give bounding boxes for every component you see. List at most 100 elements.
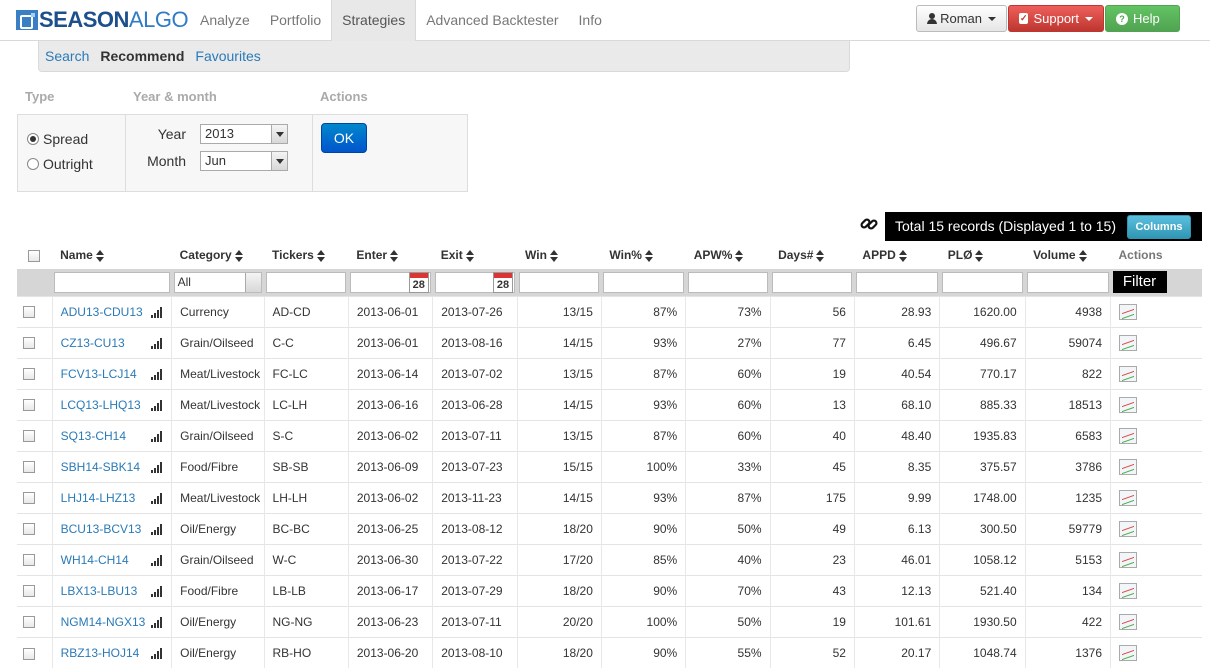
cell-name[interactable]: LHJ14-LHZ13: [51, 481, 172, 513]
sort-icon[interactable]: [816, 249, 825, 262]
calendar-icon[interactable]: 28: [493, 271, 514, 293]
nav-strategies[interactable]: Strategies: [331, 0, 417, 41]
row-checkbox[interactable]: [23, 523, 35, 536]
sort-icon[interactable]: [898, 249, 907, 262]
strategy-link[interactable]: LCQ13-LHQ13: [61, 398, 141, 412]
col-header-days[interactable]: Days#: [770, 241, 855, 269]
link-icon[interactable]: [859, 214, 879, 234]
col-header-category[interactable]: Category: [171, 241, 265, 269]
nav-analyze[interactable]: Analyze: [190, 0, 260, 41]
support-menu-button[interactable]: ✓ Support: [1008, 5, 1104, 32]
sort-icon[interactable]: [234, 249, 243, 262]
chart-icon[interactable]: [1119, 613, 1137, 630]
help-button[interactable]: ? Help: [1105, 5, 1180, 32]
subnav-recommend[interactable]: Recommend: [100, 48, 184, 64]
chart-icon[interactable]: [1119, 489, 1137, 506]
type-spread-option[interactable]: Spread: [27, 131, 88, 147]
chart-icon[interactable]: [1119, 365, 1137, 382]
year-select[interactable]: 2013: [200, 124, 288, 144]
sort-icon[interactable]: [95, 249, 104, 262]
row-checkbox[interactable]: [23, 430, 35, 443]
nav-info[interactable]: Info: [569, 0, 612, 41]
month-select[interactable]: Jun: [200, 151, 288, 171]
col-header-volume[interactable]: Volume: [1025, 241, 1111, 269]
select-all-checkbox[interactable]: [28, 249, 40, 262]
filter-category-select[interactable]: All: [173, 271, 263, 293]
strategy-link[interactable]: NGM14-NGX13: [61, 615, 146, 629]
sort-icon[interactable]: [549, 249, 558, 262]
signal-bars-icon[interactable]: [151, 554, 163, 566]
cell-name[interactable]: ADU13-CDU13: [51, 295, 172, 327]
sort-icon[interactable]: [465, 249, 474, 262]
strategy-link[interactable]: LHJ14-LHZ13: [61, 491, 136, 505]
filter-win-input[interactable]: [519, 271, 600, 293]
columns-button[interactable]: Columns: [1127, 215, 1191, 239]
strategy-link[interactable]: FCV13-LCJ14: [61, 367, 137, 381]
sort-icon[interactable]: [1078, 249, 1087, 262]
type-outright-option[interactable]: Outright: [27, 156, 93, 172]
sort-icon[interactable]: [390, 249, 399, 262]
chart-icon[interactable]: [1119, 396, 1137, 413]
strategy-link[interactable]: SQ13-CH14: [61, 429, 126, 443]
chart-icon[interactable]: [1119, 458, 1137, 475]
col-header-plo[interactable]: PLØ: [939, 241, 1026, 269]
signal-bars-icon[interactable]: [151, 616, 163, 628]
cell-name[interactable]: LCQ13-LHQ13: [51, 388, 172, 420]
chart-icon[interactable]: [1119, 551, 1137, 568]
signal-bars-icon[interactable]: [151, 585, 163, 597]
signal-bars-icon[interactable]: [151, 647, 163, 659]
strategy-link[interactable]: LBX13-LBU13: [61, 584, 138, 598]
row-checkbox[interactable]: [23, 461, 35, 474]
signal-bars-icon[interactable]: [151, 430, 163, 442]
signal-bars-icon[interactable]: [151, 523, 163, 535]
cell-name[interactable]: BCU13-BCV13: [51, 512, 172, 544]
filter-apw-pct-input[interactable]: [687, 271, 769, 293]
filter-exit-input[interactable]: 28: [434, 271, 516, 293]
filter-plo-input[interactable]: [941, 271, 1024, 293]
row-checkbox[interactable]: [23, 306, 35, 319]
user-menu-button[interactable]: Roman: [916, 5, 1007, 32]
col-header-exit[interactable]: Exit: [432, 241, 518, 269]
cell-name[interactable]: RBZ13-HOJ14: [51, 636, 172, 668]
col-header-win-pct[interactable]: Win%: [601, 241, 686, 269]
signal-bars-icon[interactable]: [151, 399, 163, 411]
filter-volume-input[interactable]: [1027, 271, 1109, 293]
cell-name[interactable]: CZ13-CU13: [51, 326, 172, 358]
subnav-favourites[interactable]: Favourites: [195, 48, 260, 64]
calendar-icon[interactable]: 28: [408, 271, 429, 293]
col-header-appd[interactable]: APPD: [854, 241, 940, 269]
signal-bars-icon[interactable]: [151, 492, 163, 504]
strategy-link[interactable]: BCU13-BCV13: [61, 522, 142, 536]
nav-portfolio[interactable]: Portfolio: [260, 0, 331, 41]
sort-icon[interactable]: [316, 249, 325, 262]
filter-win-pct-input[interactable]: [603, 271, 684, 293]
signal-bars-icon[interactable]: [151, 306, 163, 318]
strategy-link[interactable]: RBZ13-HOJ14: [61, 646, 140, 660]
ok-button[interactable]: OK: [321, 123, 367, 153]
signal-bars-icon[interactable]: [151, 461, 163, 473]
signal-bars-icon[interactable]: [151, 337, 163, 349]
row-checkbox[interactable]: [23, 647, 35, 660]
chart-icon[interactable]: [1119, 427, 1137, 444]
filter-days-input[interactable]: [772, 271, 853, 293]
dropdown-arrow-icon[interactable]: [271, 152, 287, 170]
filter-button[interactable]: Filter: [1112, 271, 1167, 294]
subnav-search[interactable]: Search: [45, 48, 89, 64]
strategy-link[interactable]: SBH14-SBK14: [61, 460, 140, 474]
cell-name[interactable]: LBX13-LBU13: [51, 574, 172, 606]
sort-icon[interactable]: [975, 249, 984, 262]
col-header-tickers[interactable]: Tickers: [264, 241, 349, 269]
row-checkbox[interactable]: [23, 554, 35, 567]
dropdown-arrow-icon[interactable]: [245, 272, 262, 292]
row-checkbox[interactable]: [23, 337, 35, 350]
chart-icon[interactable]: [1119, 582, 1137, 599]
row-checkbox[interactable]: [23, 616, 35, 629]
cell-name[interactable]: SBH14-SBK14: [51, 450, 172, 482]
row-checkbox[interactable]: [23, 585, 35, 598]
filter-enter-input[interactable]: 28: [350, 271, 431, 293]
chart-icon[interactable]: [1119, 303, 1137, 320]
chart-icon[interactable]: [1119, 334, 1137, 351]
dropdown-arrow-icon[interactable]: [271, 125, 287, 143]
col-header-win[interactable]: Win: [517, 241, 602, 269]
cell-name[interactable]: WH14-CH14: [51, 543, 172, 575]
